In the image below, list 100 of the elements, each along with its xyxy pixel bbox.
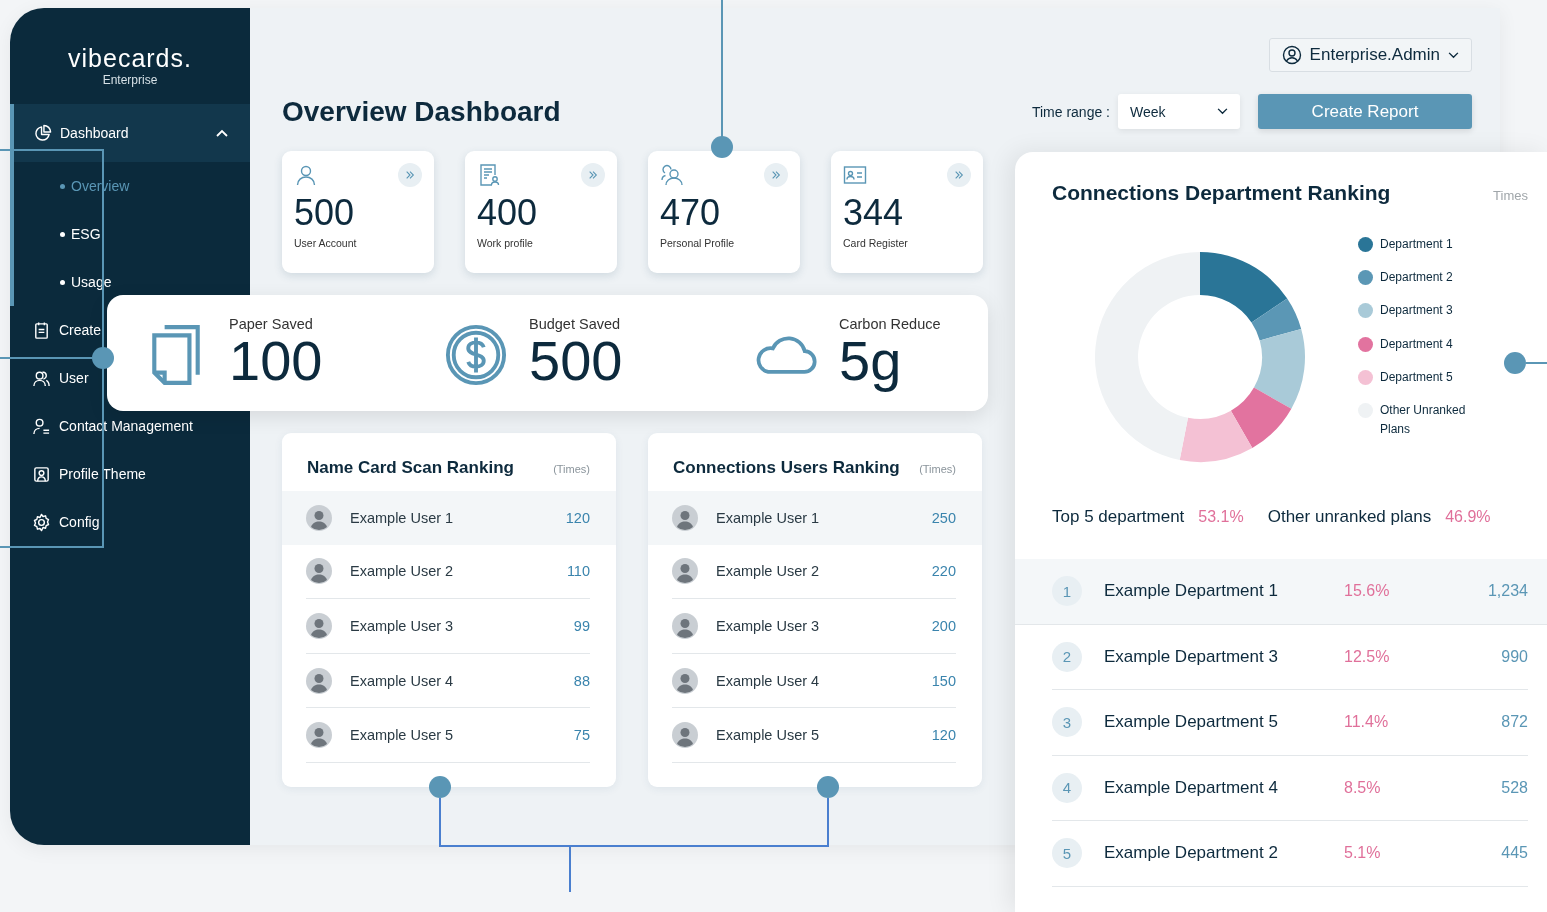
legend-label: Department 2 <box>1380 269 1453 287</box>
user-icon <box>294 163 318 187</box>
double-chevron-icon <box>954 170 964 180</box>
department-row[interactable]: 3 Example Department 5 11.4% 872 <box>1052 690 1528 756</box>
unit-label: Times <box>1493 188 1528 203</box>
savings-label: Paper Saved <box>229 315 314 332</box>
user-name: Example User 5 <box>350 727 454 744</box>
open-details-button[interactable] <box>947 163 971 187</box>
share-value: 5.1% <box>1344 844 1382 863</box>
open-details-button[interactable] <box>764 163 788 187</box>
avatar <box>306 504 332 531</box>
user-name: Example User 1 <box>716 509 820 526</box>
count-value: 220 <box>931 563 956 580</box>
count-value: 200 <box>931 618 956 634</box>
department-name: Example Department 4 <box>1104 777 1279 798</box>
sidebar-item[interactable]: Config <box>32 510 100 534</box>
sidebar-subitem[interactable]: ESG <box>14 210 101 258</box>
clipboard-icon <box>32 320 51 340</box>
share-value: 12.5% <box>1344 647 1391 666</box>
ranking-row[interactable]: Example User 2 220 <box>672 544 956 600</box>
rank-badge: 5 <box>1052 838 1082 869</box>
savings-value: 5g <box>839 331 902 391</box>
sidebar-item[interactable]: User <box>32 366 89 390</box>
document-user-icon <box>477 163 501 187</box>
department-row[interactable]: 1 Example Department 1 15.6% 1,234 <box>1015 559 1547 625</box>
ranking-row[interactable]: Example User 3 200 <box>672 599 956 654</box>
summary-value: 46.9% <box>1445 508 1491 526</box>
profile-icon <box>32 464 51 484</box>
user-circle-icon <box>1281 45 1302 65</box>
ranking-row[interactable]: Example User 5 75 <box>306 708 590 763</box>
open-details-button[interactable] <box>398 163 422 187</box>
avatar <box>672 667 698 694</box>
stat-label: Card Register <box>843 236 909 249</box>
sidebar-item[interactable]: Profile Theme <box>32 462 146 486</box>
avatar <box>306 722 332 749</box>
avatar <box>306 558 332 585</box>
share-value: 8.5% <box>1344 778 1382 797</box>
ranking-row[interactable]: Example User 4 88 <box>306 653 590 709</box>
sidebar-item[interactable]: Contact Management <box>32 414 193 438</box>
legend-label: Department 5 <box>1380 368 1453 386</box>
department-name: Example Department 5 <box>1104 712 1279 733</box>
chevron-icon <box>216 129 228 137</box>
count-value: 99 <box>573 618 590 634</box>
unit-label: (Times) <box>919 463 956 475</box>
double-chevron-icon <box>771 170 781 180</box>
share-value: 11.4% <box>1344 713 1390 732</box>
users-icon <box>660 163 684 187</box>
savings-label: Budget Saved <box>529 315 622 332</box>
legend-label: Department 4 <box>1380 335 1453 353</box>
account-menu-button[interactable]: Enterprise.Admin <box>1268 38 1472 72</box>
ranking-row[interactable]: Example User 2 110 <box>306 544 590 600</box>
connector-line <box>1504 352 1547 374</box>
contact-icon <box>32 416 51 436</box>
ranking-row[interactable]: Example User 3 99 <box>306 599 590 654</box>
avatar <box>672 504 698 531</box>
count-value: 250 <box>931 509 956 526</box>
department-row[interactable]: 5 Example Department 2 5.1% 445 <box>1052 821 1528 887</box>
department-row[interactable]: 4 Example Department 4 8.5% 528 <box>1052 755 1528 821</box>
count-value: 150 <box>931 672 956 689</box>
stat-label: Work profile <box>477 236 534 249</box>
ranking-title: Name Card Scan Ranking <box>307 458 514 478</box>
avatar <box>306 667 332 694</box>
chevron-down-icon <box>1448 51 1459 59</box>
open-details-button[interactable] <box>581 163 605 187</box>
count-value: 445 <box>1501 844 1528 863</box>
rank-badge: 3 <box>1052 707 1082 738</box>
rank-badge: 1 <box>1052 576 1082 607</box>
count-value: 110 <box>566 563 590 580</box>
department-row[interactable]: 2 Example Department 3 12.5% 990 <box>1052 624 1528 690</box>
user-name: Example User 2 <box>716 563 820 580</box>
ranking-row[interactable]: Example User 1 250 <box>648 491 982 545</box>
pie-chart-icon <box>33 123 52 143</box>
department-name: Example Department 1 <box>1104 581 1279 602</box>
chevron-down-icon <box>1217 108 1228 115</box>
user-name: Example User 3 <box>350 618 454 634</box>
sidebar-item[interactable]: Create <box>32 318 102 342</box>
count-value: 872 <box>1501 713 1528 732</box>
id-card-icon <box>843 163 867 187</box>
count-value: 120 <box>931 727 956 744</box>
legend-label: Department 1 <box>1380 236 1453 253</box>
count-value: 75 <box>573 727 590 744</box>
ranking-row[interactable]: Example User 5 120 <box>672 708 956 763</box>
avatar <box>672 722 698 749</box>
ranking-row[interactable]: Example User 4 150 <box>672 653 956 709</box>
user-name: Example User 3 <box>716 618 820 634</box>
time-range-dropdown[interactable]: Week <box>1118 94 1240 129</box>
ranking-row[interactable]: Example User 1 120 <box>282 491 616 545</box>
stat-value: 470 <box>660 193 722 233</box>
stat-value: 500 <box>294 193 356 233</box>
rank-badge: 2 <box>1052 641 1082 672</box>
stat-value: 400 <box>477 193 539 233</box>
count-value: 990 <box>1501 647 1528 666</box>
savings-value: 100 <box>229 331 323 391</box>
stat-value: 344 <box>843 193 905 233</box>
ranking-title: Connections Users Ranking <box>673 458 900 478</box>
avatar <box>306 613 332 639</box>
avatar <box>672 613 698 639</box>
sidebar-item[interactable]: Dashboard <box>14 104 250 162</box>
panel-title: Connections Department Ranking <box>1052 181 1391 205</box>
stat-label: Personal Profile <box>660 236 736 249</box>
